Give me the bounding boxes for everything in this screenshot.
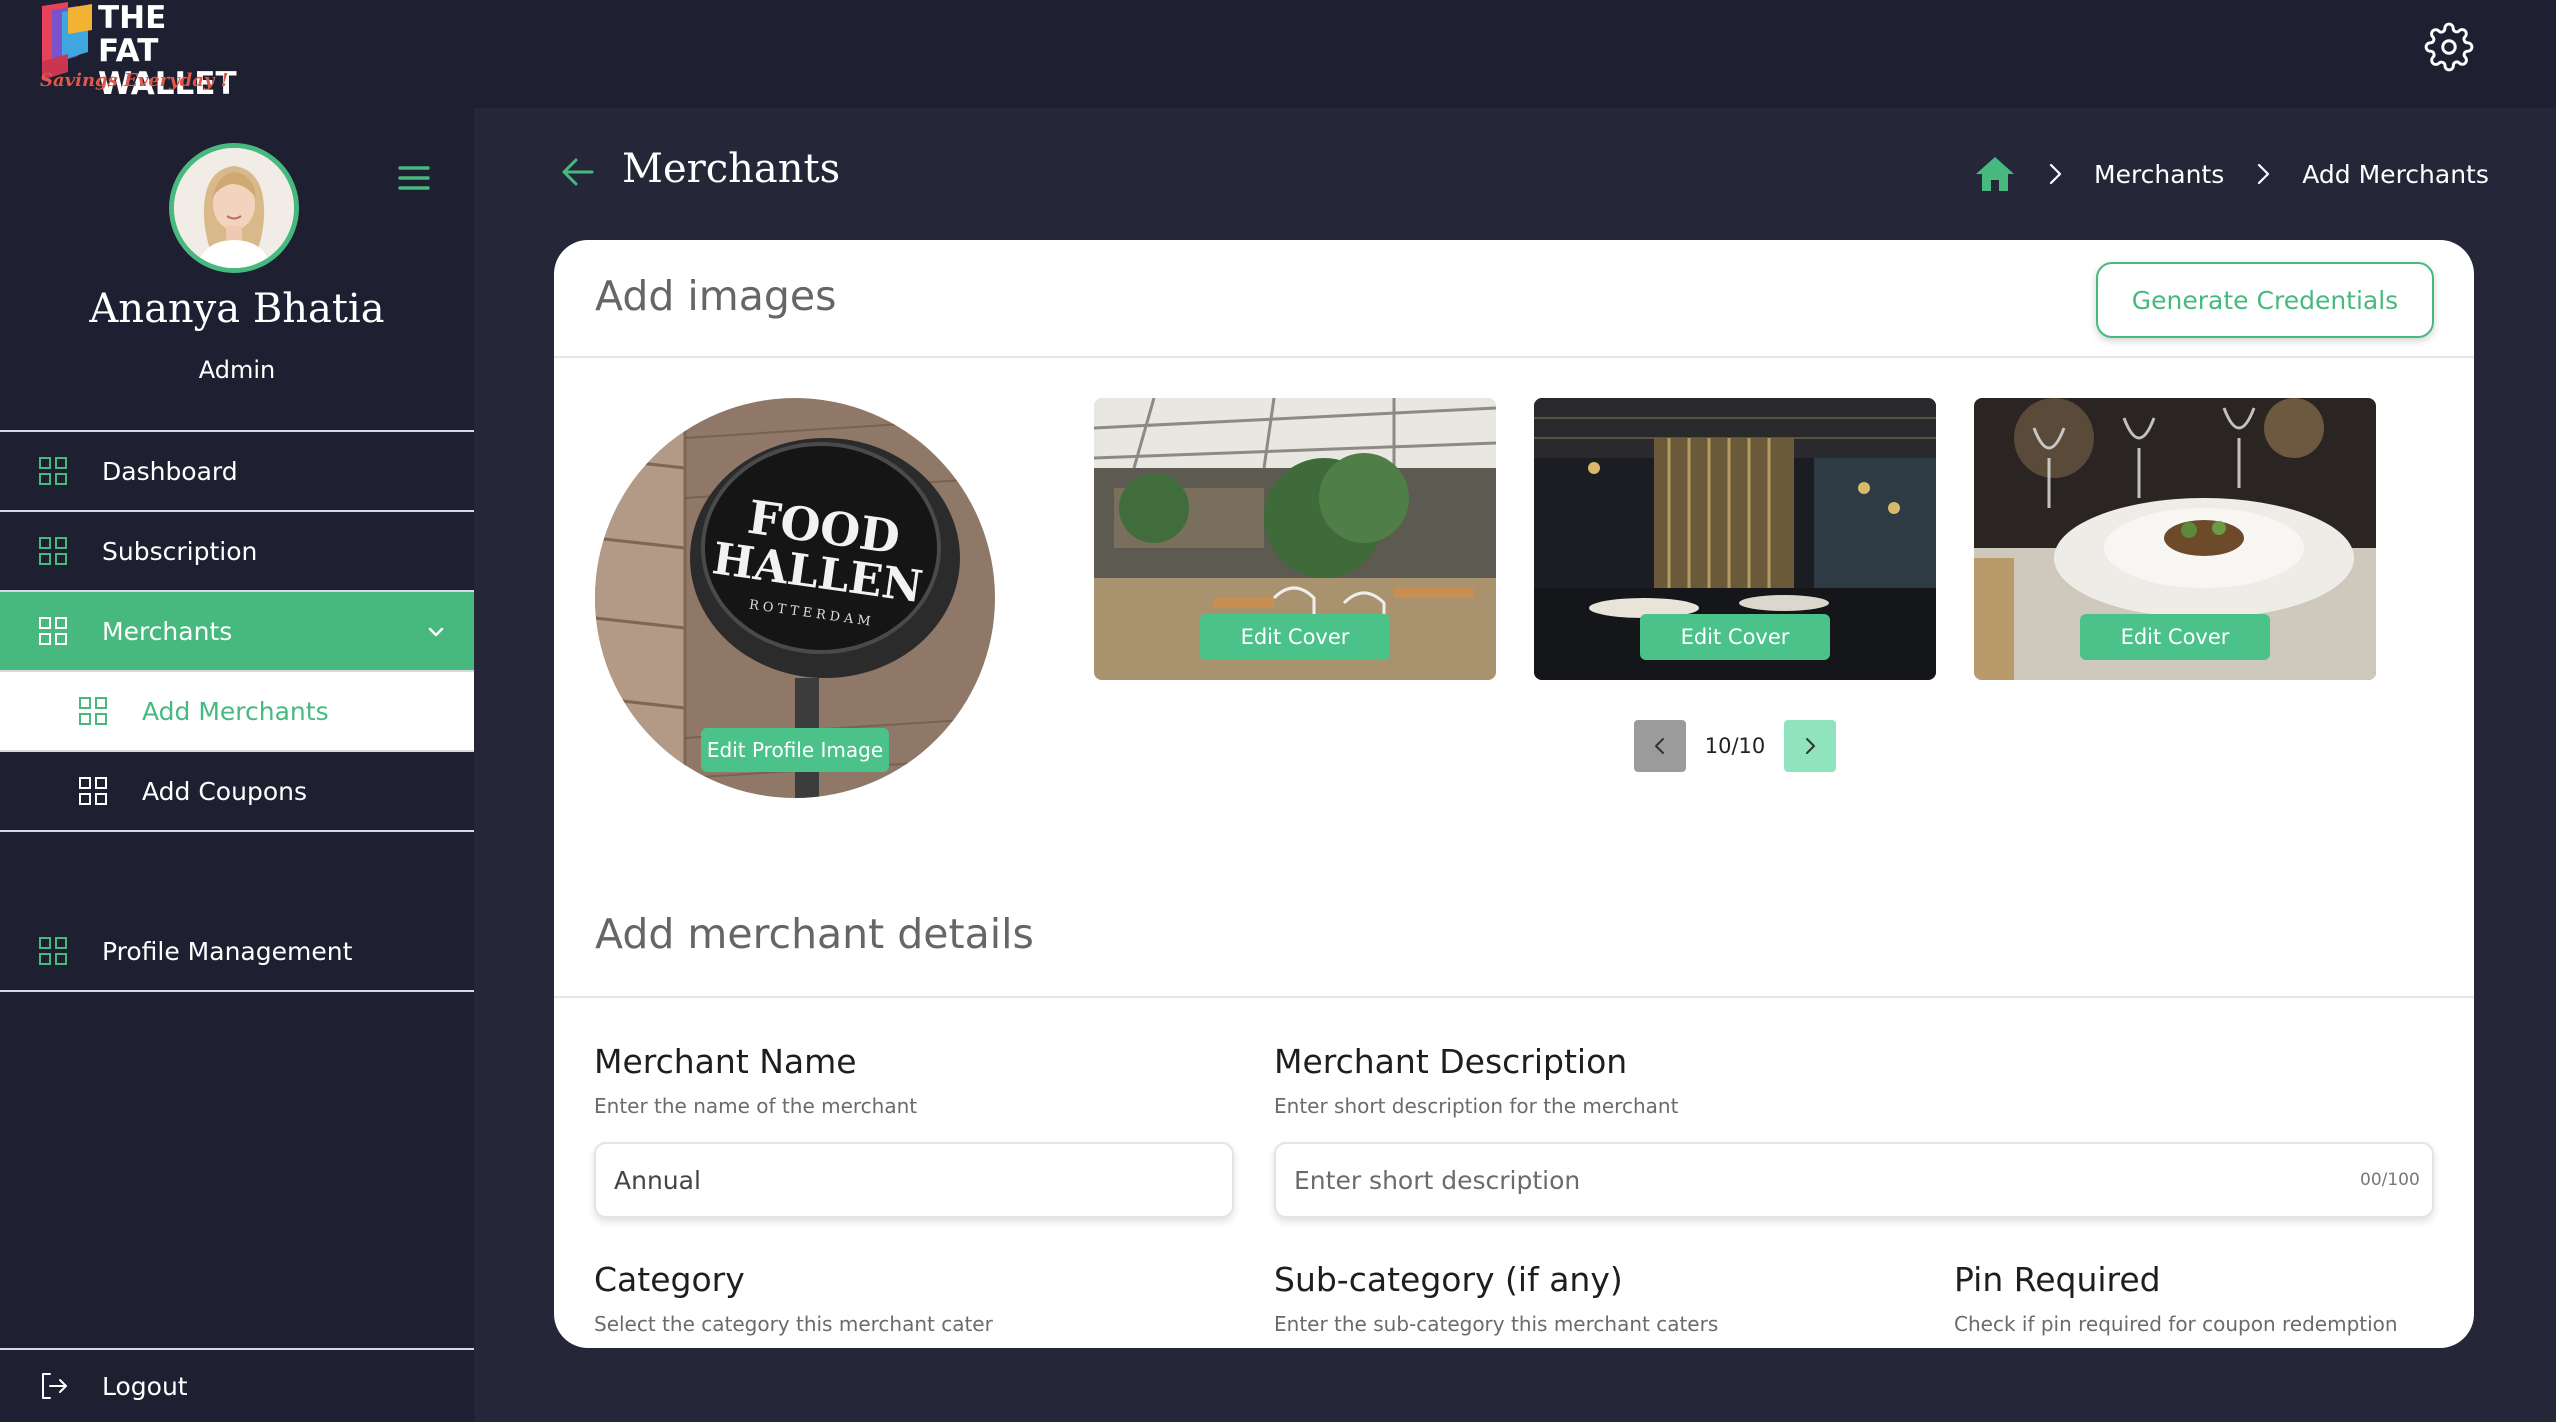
grid-icon bbox=[79, 697, 107, 725]
sidebar-item-add-merchants[interactable]: Add Merchants bbox=[0, 672, 474, 752]
merchant-description-input[interactable] bbox=[1274, 1142, 2434, 1218]
sub-category-help: Enter the sub-category this merchant cat… bbox=[1274, 1312, 1719, 1336]
arrow-left-icon[interactable] bbox=[558, 152, 598, 192]
logo-mark-icon bbox=[42, 2, 92, 80]
sidebar-item-label: Add Merchants bbox=[142, 696, 329, 726]
sidebar: Ananya Bhatia Admin Dashboard Subscripti… bbox=[0, 108, 474, 1422]
breadcrumb-merchants[interactable]: Merchants bbox=[2094, 160, 2224, 189]
logout-icon bbox=[42, 1373, 67, 1399]
sidebar-item-profile-management[interactable]: Profile Management bbox=[0, 912, 474, 992]
chevron-right-icon bbox=[1806, 738, 1815, 754]
category-help: Select the category this merchant cater bbox=[594, 1312, 993, 1336]
chevron-down-icon[interactable] bbox=[424, 620, 448, 644]
merchant-name-input[interactable] bbox=[594, 1142, 1234, 1218]
cover-prev-button[interactable] bbox=[1634, 720, 1686, 772]
user-role: Admin bbox=[198, 356, 276, 384]
sidebar-item-label: Add Coupons bbox=[142, 776, 307, 806]
edit-profile-image-button[interactable]: Edit Profile Image bbox=[701, 728, 889, 772]
grid-icon bbox=[39, 617, 67, 645]
merchant-name-help: Enter the name of the merchant bbox=[594, 1094, 918, 1118]
add-merchant-details-title: Add merchant details bbox=[595, 910, 1034, 958]
top-bar: THE FAT WALLET Savings Everyday ! bbox=[0, 0, 2556, 108]
grid-icon bbox=[39, 537, 67, 565]
section-divider bbox=[554, 996, 2474, 998]
edit-cover-button[interactable]: Edit Cover bbox=[1200, 614, 1390, 660]
section-divider bbox=[554, 356, 2474, 358]
sidebar-item-add-coupons[interactable]: Add Coupons bbox=[0, 752, 474, 832]
grid-icon bbox=[79, 777, 107, 805]
sidebar-item-label: Subscription bbox=[102, 536, 258, 566]
brand-tagline: Savings Everyday ! bbox=[40, 70, 229, 91]
brand-logo[interactable]: THE FAT WALLET Savings Everyday ! bbox=[38, 2, 237, 101]
merchant-name-label: Merchant Name bbox=[594, 1042, 857, 1081]
breadcrumb: Merchants Add Merchants bbox=[1974, 152, 2489, 196]
avatar-portrait-icon bbox=[174, 148, 294, 268]
generate-credentials-button[interactable]: Generate Credentials bbox=[2096, 262, 2434, 338]
cover-page-counter: 10/10 bbox=[1704, 734, 1766, 758]
edit-cover-button[interactable]: Edit Cover bbox=[1640, 614, 1830, 660]
user-name: Ananya Bhatia bbox=[89, 286, 385, 332]
breadcrumb-add-merchants[interactable]: Add Merchants bbox=[2302, 160, 2489, 189]
sidebar-item-label: Profile Management bbox=[102, 936, 353, 966]
hamburger-icon[interactable] bbox=[394, 158, 434, 198]
pin-required-help: Check if pin required for coupon redempt… bbox=[1954, 1312, 2398, 1336]
grid-icon bbox=[39, 457, 67, 485]
merchant-description-help: Enter short description for the merchant bbox=[1274, 1094, 1679, 1118]
logout-label: Logout bbox=[102, 1371, 188, 1401]
avatar[interactable] bbox=[169, 143, 299, 273]
merchant-description-label: Merchant Description bbox=[1274, 1042, 1628, 1081]
sidebar-item-subscription[interactable]: Subscription bbox=[0, 512, 474, 592]
sidebar-item-label: Dashboard bbox=[102, 456, 238, 486]
profile-image[interactable]: FOOD HALLEN ROTTERDAM Edit Profile Image bbox=[595, 398, 995, 798]
merchant-form-card: Add images Generate Credentials FOOD HAL… bbox=[554, 240, 2474, 1348]
cover-image-3[interactable]: Edit Cover bbox=[1974, 398, 2376, 680]
cover-image-1[interactable]: Edit Cover bbox=[1094, 398, 1496, 680]
sidebar-item-label: Merchants bbox=[102, 616, 233, 646]
chevron-right-icon bbox=[2049, 163, 2062, 185]
cover-next-button[interactable] bbox=[1784, 720, 1836, 772]
add-images-title: Add images bbox=[595, 272, 837, 320]
category-label: Category bbox=[594, 1260, 745, 1299]
logout-button[interactable]: Logout bbox=[0, 1350, 474, 1422]
sidebar-item-dashboard[interactable]: Dashboard bbox=[0, 432, 474, 512]
chevron-left-icon bbox=[1655, 738, 1664, 754]
description-char-counter: 00/100 bbox=[2360, 1170, 2420, 1190]
pin-required-label: Pin Required bbox=[1954, 1260, 2161, 1299]
cover-image-2[interactable]: Edit Cover bbox=[1534, 398, 1936, 680]
edit-cover-button[interactable]: Edit Cover bbox=[2080, 614, 2270, 660]
grid-icon bbox=[39, 937, 67, 965]
home-icon[interactable] bbox=[1974, 155, 2016, 193]
sidebar-item-merchants[interactable]: Merchants bbox=[0, 592, 474, 672]
sub-category-label: Sub-category (if any) bbox=[1274, 1260, 1623, 1299]
gear-icon[interactable] bbox=[2424, 22, 2474, 72]
chevron-right-icon bbox=[2258, 163, 2270, 185]
page-title: Merchants bbox=[622, 146, 841, 192]
